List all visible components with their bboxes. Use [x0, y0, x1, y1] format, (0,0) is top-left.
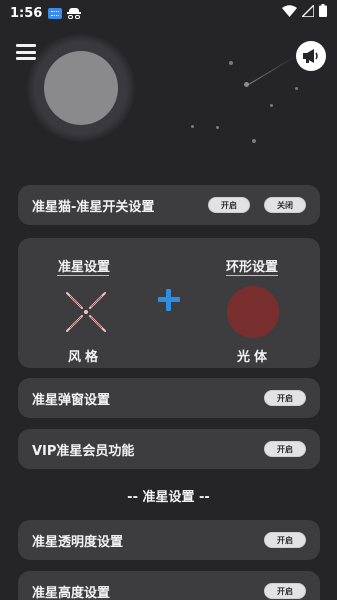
opacity-settings-label: 准星透明度设置 [32, 534, 124, 550]
vip-enable-button[interactable]: 开启 [264, 441, 306, 457]
title-underline [226, 275, 278, 276]
status-indicators [282, 4, 327, 17]
status-bar: 1:56 [0, 0, 337, 26]
meteor [244, 82, 249, 87]
star [270, 104, 273, 107]
incognito-icon [67, 7, 82, 19]
master-switch-row: 准星猫-准星开关设置 开启 关闭 [18, 185, 320, 225]
status-time: 1:56 [10, 5, 43, 21]
section-title: -- 准星设置 -- [127, 490, 210, 505]
popup-enable-button[interactable]: 开启 [264, 390, 306, 406]
disable-button[interactable]: 关闭 [264, 197, 306, 213]
crosshair-settings-title[interactable]: 准星设置 [58, 256, 110, 275]
signal-icon [302, 4, 314, 17]
master-switch-label: 准星猫-准星开关设置 [32, 199, 155, 215]
vip-row[interactable]: VIP准星会员功能 开启 [18, 429, 320, 469]
star [216, 126, 219, 129]
megaphone-icon [303, 49, 318, 63]
crosshair-style-icon[interactable] [64, 290, 108, 334]
popup-settings-row[interactable]: 准星弹窗设置 开启 [18, 378, 320, 418]
opacity-enable-button[interactable]: 开启 [264, 532, 306, 548]
popup-settings-label: 准星弹窗设置 [32, 392, 111, 408]
title-underline [57, 275, 109, 276]
style-caption: 风格 [68, 350, 103, 365]
height-settings-label: 准星高度设置 [32, 585, 111, 600]
menu-icon[interactable] [16, 44, 36, 60]
wifi-icon [282, 4, 297, 17]
height-settings-row[interactable]: 准星高度设置 开启 [18, 571, 320, 600]
moon [44, 51, 118, 125]
star [252, 139, 256, 143]
battery-icon [319, 4, 327, 17]
star [191, 125, 194, 128]
vip-label: VIP准星会员功能 [32, 443, 135, 459]
light-body-preview[interactable] [227, 286, 279, 338]
meteor-trail [246, 55, 297, 86]
plus-icon [158, 289, 180, 311]
opacity-settings-row[interactable]: 准星透明度设置 开启 [18, 520, 320, 560]
app-notification-icon [48, 7, 63, 19]
star [229, 61, 233, 65]
announcement-button[interactable] [296, 41, 326, 71]
star [295, 87, 298, 90]
enable-button[interactable]: 开启 [208, 197, 250, 213]
light-body-caption: 光体 [237, 350, 272, 365]
ring-settings-title[interactable]: 环形设置 [226, 256, 278, 275]
height-enable-button[interactable]: 开启 [264, 583, 306, 599]
